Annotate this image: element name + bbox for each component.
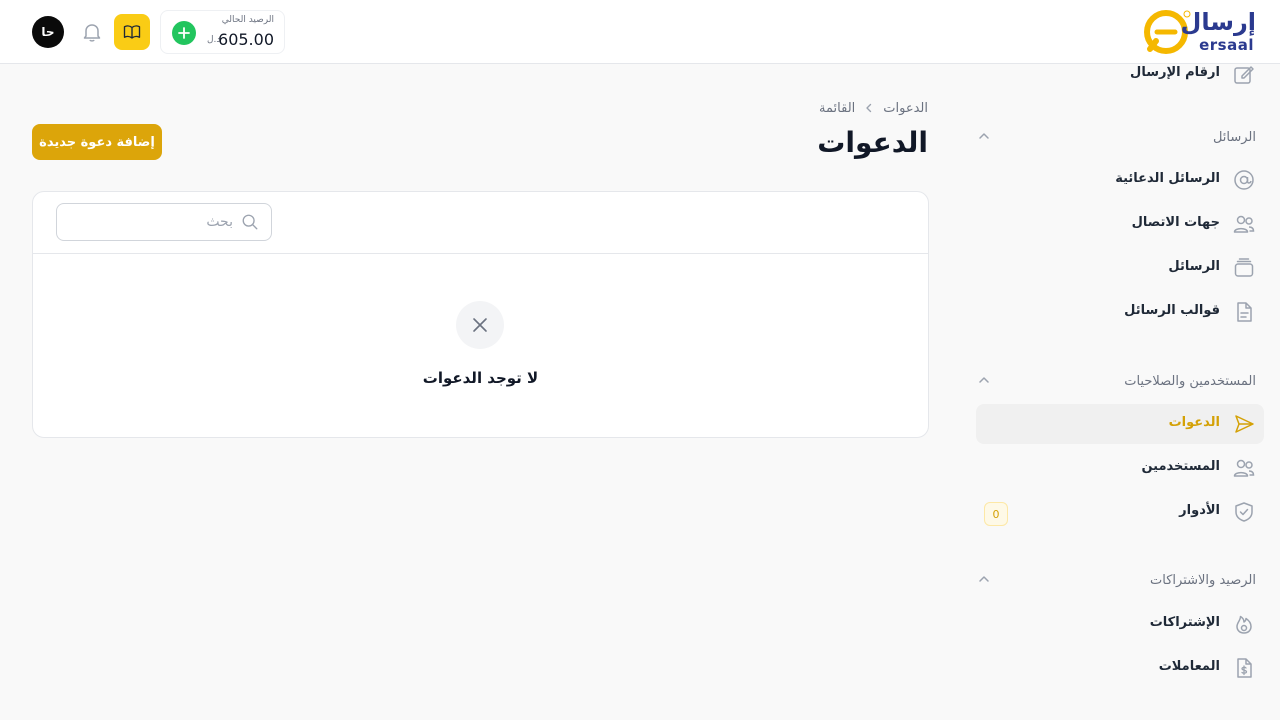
- search-input[interactable]: [73, 210, 233, 234]
- guide-button[interactable]: [114, 14, 150, 50]
- sidebar-item-label: الإشتراكات: [1149, 615, 1220, 630]
- sidebar-item-roles[interactable]: الأدوار 0: [976, 492, 1264, 532]
- sidebar-item-messages[interactable]: الرسائل: [976, 248, 1264, 288]
- breadcrumb: الدعوات القائمة: [819, 98, 928, 118]
- chevron-up-icon: [979, 133, 989, 139]
- sidebar-item-promo-messages[interactable]: الرسائل الدعائية: [976, 160, 1264, 200]
- sidebar: ارقام الإرسال الرسائل الرسائل الدعائية ج…: [960, 65, 1280, 720]
- brand-name-ar: إرسال: [1180, 8, 1256, 36]
- stack-icon: [1234, 258, 1254, 277]
- balance-currency: د.ل: [207, 35, 221, 45]
- sidebar-section-users-permissions[interactable]: المستخدمين والصلاحيات: [976, 370, 1256, 394]
- sidebar-item-transactions[interactable]: المعاملات: [976, 648, 1264, 688]
- user-avatar[interactable]: حا: [32, 16, 64, 48]
- sidebar-item-label: الأدوار: [1179, 503, 1220, 518]
- send-icon: [1235, 415, 1254, 433]
- notifications-bell-icon[interactable]: [80, 20, 104, 44]
- document-icon: [1237, 302, 1252, 322]
- sidebar-item-label: الرسائل: [1168, 259, 1220, 274]
- add-invitation-button[interactable]: إضافة دعوة جديدة: [32, 124, 162, 160]
- balance-label: الرصيد الحالي: [221, 15, 274, 25]
- table-toolbar: [33, 192, 928, 254]
- edit-square-icon: [1234, 66, 1254, 84]
- sidebar-item-label: ارقام الإرسال: [1130, 65, 1220, 80]
- sidebar-item-users[interactable]: المستخدمين: [976, 448, 1264, 488]
- sidebar-item-sender-numbers[interactable]: ارقام الإرسال: [976, 54, 1264, 94]
- at-sign-icon: [1234, 170, 1254, 190]
- shield-check-icon: [1235, 502, 1253, 522]
- plus-icon: [178, 27, 190, 39]
- breadcrumb-item-list: القائمة: [819, 100, 856, 116]
- sidebar-section-label: المستخدمين والصلاحيات: [1124, 374, 1256, 389]
- sidebar-item-invitations[interactable]: الدعوات: [976, 404, 1264, 444]
- brand-logo[interactable]: إرسال ersaal: [1144, 6, 1256, 58]
- sidebar-item-contacts[interactable]: جهات الاتصال: [976, 204, 1264, 244]
- brand-name-en: ersaal: [1199, 36, 1254, 54]
- chevron-left-icon: [866, 103, 872, 113]
- invoice-dollar-icon: [1237, 658, 1252, 678]
- sidebar-item-label: الرسائل الدعائية: [1115, 171, 1220, 186]
- empty-state-icon: [456, 301, 504, 349]
- invitations-table-card: لا توجد الدعوات: [32, 191, 929, 438]
- sidebar-item-label: المستخدمين: [1141, 459, 1220, 474]
- sidebar-item-subscriptions[interactable]: الإشتراكات: [976, 604, 1264, 644]
- chevron-up-icon: [979, 576, 989, 582]
- sidebar-section-balance-subscriptions[interactable]: الرصيد والاشتراكات: [976, 569, 1256, 593]
- close-icon: [473, 318, 487, 332]
- roles-count-badge: 0: [984, 502, 1008, 526]
- users-icon: [1233, 459, 1255, 477]
- users-icon: [1233, 215, 1255, 233]
- search-icon: [242, 214, 258, 230]
- sidebar-item-label: المعاملات: [1158, 659, 1220, 674]
- chevron-up-icon: [979, 377, 989, 383]
- empty-state-message: لا توجد الدعوات: [422, 369, 539, 387]
- sidebar-item-label: الدعوات: [1168, 415, 1220, 430]
- page-title: الدعوات: [817, 126, 928, 159]
- sidebar-section-label: الرسائل: [1212, 130, 1256, 145]
- flame-icon: [1236, 615, 1252, 634]
- top-up-button[interactable]: [172, 21, 196, 45]
- sidebar-item-label: جهات الاتصال: [1131, 215, 1220, 230]
- breadcrumb-item-invitations[interactable]: الدعوات: [883, 101, 928, 116]
- balance-amount: 605.00: [218, 30, 274, 49]
- balance-card: الرصيد الحالي 605.00 د.ل: [160, 10, 285, 54]
- book-open-icon: [123, 25, 141, 39]
- sidebar-item-label: قوالب الرسائل: [1124, 303, 1220, 318]
- search-box[interactable]: [56, 203, 272, 241]
- sidebar-section-label: الرصيد والاشتراكات: [1150, 573, 1256, 588]
- sidebar-section-messages[interactable]: الرسائل: [976, 126, 1256, 150]
- sidebar-item-templates[interactable]: قوالب الرسائل: [976, 292, 1264, 332]
